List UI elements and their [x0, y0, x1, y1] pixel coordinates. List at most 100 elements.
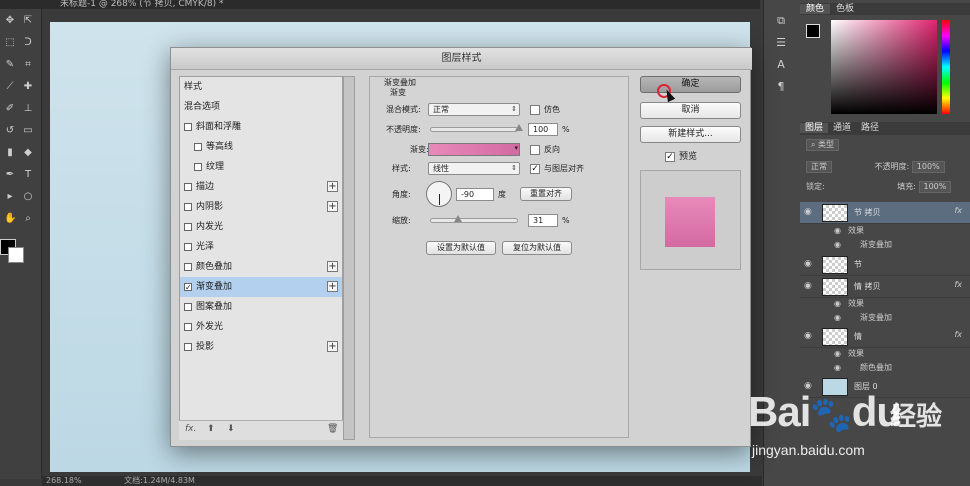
visibility-eye-icon[interactable]: ◉: [804, 207, 812, 217]
eraser-tool-icon[interactable]: ▭: [22, 125, 34, 137]
blur-tool-icon[interactable]: ◆: [22, 147, 34, 159]
layer-kind-filter[interactable]: 类型: [818, 140, 834, 149]
history-panel-icon[interactable]: ⧉: [772, 14, 790, 28]
dialog-title[interactable]: 图层样式: [171, 48, 752, 70]
character-panel-icon[interactable]: A: [772, 58, 790, 72]
blend-mode-select[interactable]: 正常 ⇕: [428, 103, 520, 116]
ok-button[interactable]: 确定: [640, 76, 741, 93]
style-checkbox[interactable]: [194, 142, 202, 151]
fx-icon[interactable]: fx: [954, 330, 962, 339]
trash-icon[interactable]: 🗑: [327, 424, 338, 434]
style-checkbox[interactable]: [184, 242, 192, 251]
style-list-item[interactable]: 斜面和浮雕: [180, 117, 342, 137]
type-tool-icon[interactable]: T: [22, 169, 34, 181]
stamp-tool-icon[interactable]: ⊥: [22, 103, 34, 115]
layer-opacity-field[interactable]: 100%: [911, 160, 945, 173]
angle-input[interactable]: -90: [456, 188, 494, 201]
reset-default-button[interactable]: 复位为默认值: [502, 241, 572, 255]
style-checkbox[interactable]: [184, 262, 192, 271]
gradient-style-select[interactable]: 线性 ⇕: [428, 162, 520, 175]
add-effect-button[interactable]: +: [327, 201, 338, 212]
eye-icon[interactable]: ◉: [834, 224, 841, 238]
artboard-tool-icon[interactable]: ⇱: [22, 15, 34, 27]
eye-icon[interactable]: ◉: [834, 238, 841, 252]
eye-icon[interactable]: ◉: [834, 297, 841, 311]
zoom-tool-icon[interactable]: ⌕: [22, 213, 34, 225]
style-checkbox[interactable]: [184, 182, 192, 191]
layer-row[interactable]: ◉ 节: [800, 254, 970, 276]
scale-slider[interactable]: [430, 215, 518, 223]
move-tool-icon[interactable]: ✥: [4, 15, 16, 27]
align-with-layer-checkbox[interactable]: ✓: [530, 164, 540, 174]
color-panel-foreground-swatch[interactable]: [806, 24, 820, 38]
style-list-item[interactable]: 光泽: [180, 237, 342, 257]
style-list-item[interactable]: 内发光: [180, 217, 342, 237]
visibility-eye-icon[interactable]: ◉: [804, 259, 812, 269]
style-checkbox[interactable]: [184, 342, 192, 351]
tab-channels[interactable]: 通道: [828, 123, 856, 133]
brush-tool-icon[interactable]: ✐: [4, 103, 16, 115]
quick-select-icon[interactable]: ✎: [4, 59, 16, 71]
style-list-item[interactable]: 图案叠加: [180, 297, 342, 317]
style-list-item[interactable]: 颜色叠加 +: [180, 257, 342, 277]
marquee-tool-icon[interactable]: ⬚: [4, 37, 16, 49]
layer-blend-mode-select[interactable]: 正常: [806, 160, 832, 173]
style-checkbox[interactable]: [184, 122, 192, 131]
tab-paths[interactable]: 路径: [856, 123, 884, 133]
layer-row[interactable]: ◉ 节 拷贝 fx: [800, 202, 970, 224]
add-effect-button[interactable]: +: [327, 341, 338, 352]
document-tab[interactable]: 未标题-1 @ 268% (节 拷贝, CMYK/8) *: [0, 0, 760, 9]
properties-panel-icon[interactable]: ☰: [772, 36, 790, 50]
style-list-item[interactable]: 描边 +: [180, 177, 342, 197]
style-checkbox[interactable]: [184, 202, 192, 211]
add-effect-button[interactable]: +: [327, 181, 338, 192]
move-down-arrow-icon[interactable]: ⬇: [227, 424, 235, 434]
history-brush-icon[interactable]: ↺: [4, 125, 16, 137]
healing-brush-icon[interactable]: ✚: [22, 81, 34, 93]
zoom-level[interactable]: 268.18%: [46, 476, 82, 485]
chevron-down-icon[interactable]: ▾: [514, 144, 518, 152]
gradient-picker[interactable]: ▾: [428, 143, 520, 156]
style-checkbox[interactable]: [184, 302, 192, 311]
add-effect-button[interactable]: +: [327, 281, 338, 292]
visibility-eye-icon[interactable]: ◉: [804, 331, 812, 341]
layer-row[interactable]: ◉ 情 拷贝 fx: [800, 276, 970, 298]
reverse-checkbox[interactable]: [530, 145, 540, 155]
hand-tool-icon[interactable]: ✋: [4, 213, 16, 225]
eyedropper-icon[interactable]: ⟋: [4, 81, 16, 93]
scale-slider-knob[interactable]: [454, 215, 463, 222]
eye-icon[interactable]: ◉: [834, 347, 841, 361]
eye-icon[interactable]: ◉: [834, 311, 841, 325]
dither-checkbox[interactable]: [530, 105, 540, 115]
reset-alignment-button[interactable]: 重置对齐: [520, 187, 572, 201]
fx-icon[interactable]: fx: [954, 206, 962, 215]
style-checkbox[interactable]: [184, 322, 192, 331]
gradient-tool-icon[interactable]: ▮: [4, 147, 16, 159]
style-list-item[interactable]: 样式: [180, 77, 342, 97]
eye-icon[interactable]: ◉: [834, 361, 841, 375]
hue-slider[interactable]: [942, 20, 950, 114]
style-list-scrollbar[interactable]: [343, 76, 355, 440]
style-list-item[interactable]: 纹理: [180, 157, 342, 177]
tab-color[interactable]: 颜色: [800, 4, 831, 14]
new-style-button[interactable]: 新建样式...: [640, 126, 741, 143]
tab-layers[interactable]: 图层: [800, 123, 829, 133]
opacity-slider-knob[interactable]: [515, 124, 523, 131]
move-up-arrow-icon[interactable]: ⬆: [207, 424, 215, 434]
fill-field[interactable]: 100%: [918, 180, 952, 193]
add-effect-button[interactable]: +: [327, 261, 338, 272]
style-list-item[interactable]: 等高线: [180, 137, 342, 157]
style-list-item[interactable]: 混合选项: [180, 97, 342, 117]
style-list-item[interactable]: 内阴影 +: [180, 197, 342, 217]
background-color-swatch[interactable]: [8, 247, 24, 263]
opacity-input[interactable]: 100: [528, 123, 558, 136]
style-checkbox-checked[interactable]: ✓: [184, 282, 192, 291]
tab-swatches[interactable]: 色板: [830, 4, 860, 14]
style-checkbox[interactable]: [184, 222, 192, 231]
angle-dial[interactable]: [426, 181, 452, 207]
pen-tool-icon[interactable]: ✒: [4, 169, 16, 181]
crop-tool-icon[interactable]: ⌗: [22, 59, 34, 71]
color-picker-field[interactable]: [831, 20, 937, 114]
paragraph-panel-icon[interactable]: ¶: [772, 80, 790, 94]
style-list-item[interactable]: 投影 +: [180, 337, 342, 357]
